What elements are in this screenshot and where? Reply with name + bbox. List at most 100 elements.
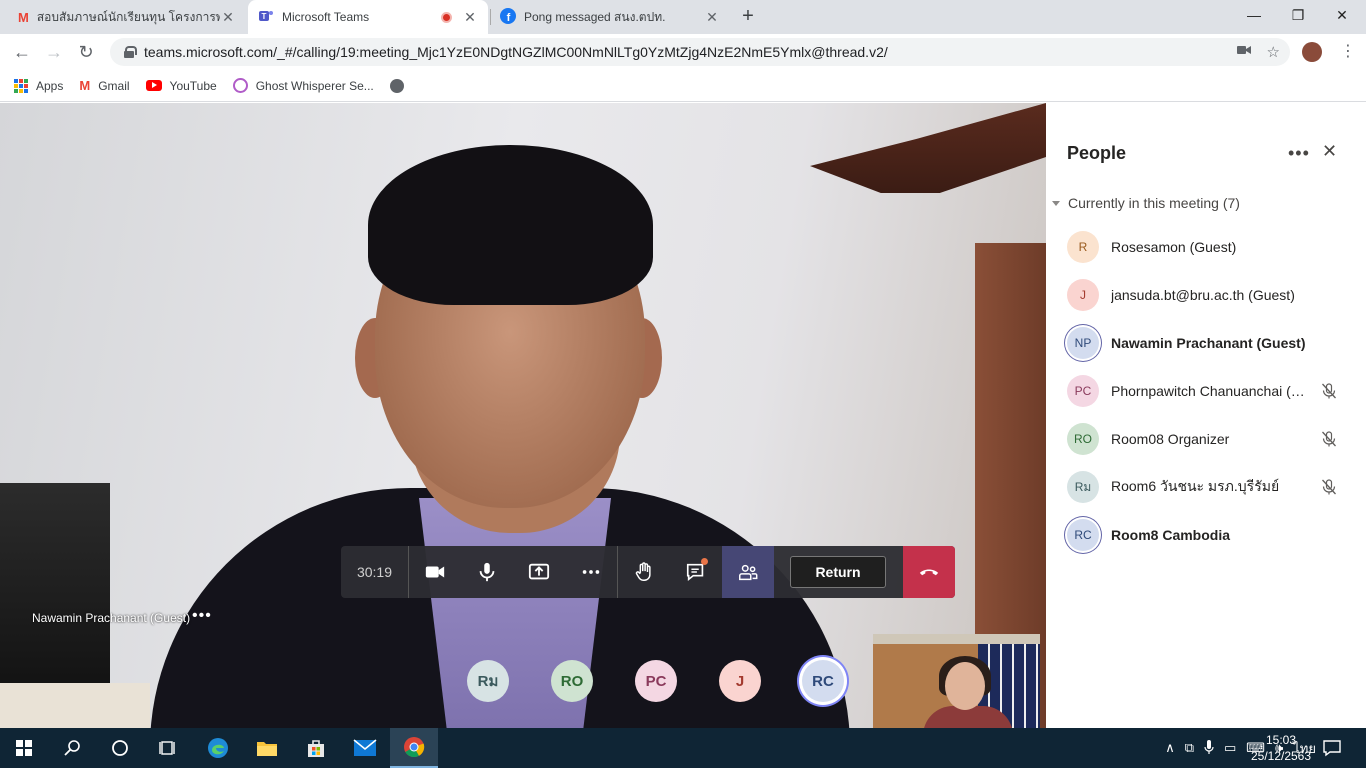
avatar-initials: RO [560, 672, 584, 690]
participant-row[interactable]: RC Room8 Cambodia [1046, 511, 1366, 559]
bookmark-youtube[interactable]: YouTube [145, 78, 217, 93]
close-tab-icon[interactable]: ✕ [704, 9, 720, 26]
edge-browser-button[interactable] [194, 728, 242, 768]
file-explorer-button[interactable] [243, 728, 291, 768]
avatar-initials: Rม [477, 673, 499, 690]
task-view-button[interactable] [144, 728, 192, 768]
participant-avatar: RO [1067, 423, 1099, 455]
call-controls-bar: 30:19 Return [341, 546, 955, 598]
close-panel-icon[interactable]: ✕ [1322, 141, 1337, 162]
action-center-button[interactable] [1322, 738, 1342, 758]
cortana-button[interactable] [96, 728, 144, 768]
share-screen-button[interactable] [513, 546, 565, 598]
participant-avatar[interactable]: RC [802, 660, 844, 702]
microphone-icon [479, 562, 495, 582]
microphone-tray-icon[interactable] [1204, 739, 1214, 757]
collapse-caret-icon [1052, 200, 1060, 206]
camera-toggle-button[interactable] [409, 546, 461, 598]
participant-name: Room08 Organizer [1111, 431, 1230, 447]
return-button[interactable]: Return [790, 556, 886, 588]
participant-name: Room8 Cambodia [1111, 527, 1231, 543]
participant-avatar: Rม [1067, 471, 1099, 503]
browser-menu-icon[interactable]: ⋮ [1338, 42, 1358, 62]
participant-row[interactable]: RO Room08 Organizer [1046, 415, 1366, 463]
search-button[interactable] [48, 728, 96, 768]
profile-avatar[interactable] [1302, 42, 1322, 62]
microphone-toggle-button[interactable] [461, 546, 513, 598]
participant-row[interactable]: Jjansuda.bt@bru.ac.th (Guest) [1046, 271, 1366, 319]
participant-avatar[interactable]: Rม [467, 660, 509, 702]
avatar-initials: RC [1074, 528, 1092, 542]
show-participants-button[interactable] [722, 546, 774, 598]
mail-button[interactable] [341, 728, 389, 768]
tab-label: สอบสัมภาษณ์นักเรียนทุน โครงการพระ [36, 9, 220, 24]
meet-now-icon[interactable]: ⧉ [1185, 740, 1194, 756]
forward-button[interactable]: → [42, 40, 66, 64]
participant-avatar[interactable]: PC [635, 660, 677, 702]
address-bar[interactable]: teams.microsoft.com/_#/calling/19:meetin… [110, 38, 1290, 66]
tab-facebook[interactable]: f Pong messaged สนง.ตปท. ✕ [490, 0, 730, 34]
participant-avatar[interactable]: J [719, 660, 761, 702]
search-icon [64, 740, 80, 756]
raise-hand-button[interactable] [618, 546, 670, 598]
show-conversation-button[interactable] [670, 546, 722, 598]
tab-microsoft-teams[interactable]: T Microsoft Teams ✕ [248, 0, 488, 34]
mail-icon [353, 739, 377, 756]
participant-row[interactable]: R Rosesamon (Guest) [1046, 223, 1366, 271]
new-tab-button[interactable]: + [737, 5, 759, 27]
participant-row[interactable]: PC Phornpawitch Chanuanchai (Guest) [1046, 367, 1366, 415]
restore-window-button[interactable]: ❐ [1278, 4, 1318, 26]
start-button[interactable] [0, 728, 48, 768]
taskbar-clock[interactable]: 15:03 25/12/2563 [1248, 732, 1314, 764]
more-options-icon[interactable]: ••• [1288, 143, 1310, 164]
avatar-initials: RC [812, 672, 834, 690]
bookmark-star-icon[interactable]: ☆ [1267, 43, 1280, 61]
main-video-stage: Nawamin Prachanant (Guest) ••• 30:19 Ret… [0, 103, 1046, 728]
bookmark-label: YouTube [169, 78, 217, 93]
avatar-initials: PC [1074, 384, 1092, 398]
bookmark-ghost-whisperer[interactable]: Ghost Whisperer Se... [232, 78, 374, 93]
participant-avatar: PC [1067, 375, 1099, 407]
participant-avatar[interactable]: RO [551, 660, 593, 702]
bookmark-apps[interactable]: Apps [14, 78, 64, 93]
avatar-initials: R [1078, 240, 1088, 254]
avatar-initials: RO [1074, 432, 1092, 446]
currently-in-meeting-section[interactable]: Currently in this meeting (7) [1052, 195, 1240, 211]
camera-icon[interactable] [1236, 43, 1251, 61]
chrome-button[interactable] [390, 728, 438, 768]
tab-gmail[interactable]: M สอบสัมภาษณ์นักเรียนทุน โครงการพระ ✕ [8, 0, 246, 34]
bookmark-globe[interactable] [389, 78, 412, 93]
hang-up-button[interactable] [903, 546, 955, 598]
url-text: teams.microsoft.com/_#/calling/19:meetin… [144, 44, 888, 60]
reload-button[interactable]: ↻ [74, 40, 98, 64]
battery-icon[interactable]: ▭ [1224, 740, 1236, 756]
speaker-name-tag: Nawamin Prachanant (Guest) [32, 611, 191, 625]
bookmark-gmail[interactable]: M Gmail [79, 78, 129, 93]
more-actions-button[interactable] [565, 546, 617, 598]
browser-toolbar: ← → ↻ teams.microsoft.com/_#/calling/19:… [0, 34, 1366, 70]
youtube-icon [145, 80, 162, 91]
participant-row[interactable]: NP Nawamin Prachanant (Guest) [1046, 319, 1366, 367]
speaker-more-options-icon[interactable]: ••• [192, 607, 212, 625]
store-button[interactable] [292, 728, 340, 768]
back-button[interactable]: ← [10, 40, 34, 64]
svg-text:T: T [262, 12, 267, 21]
microphone-muted-icon [1320, 430, 1338, 448]
close-tab-icon[interactable]: ✕ [462, 9, 478, 26]
recording-icon [441, 11, 452, 23]
participant-avatar: R [1067, 231, 1099, 263]
microphone-muted-icon [1320, 382, 1338, 400]
close-window-button[interactable]: ✕ [1322, 4, 1362, 26]
participant-avatar: NP [1067, 327, 1099, 359]
self-view-video[interactable] [873, 634, 1040, 728]
bookmark-label: Apps [36, 78, 64, 93]
participant-row[interactable]: Rม Room6 วันชนะ มรภ.บุรีรัมย์ [1046, 463, 1366, 511]
show-hidden-icons-icon[interactable]: ∧ [1165, 740, 1175, 756]
section-label: Currently in this meeting (7) [1068, 195, 1240, 211]
participant-name: Phornpawitch Chanuanchai (Guest) [1111, 383, 1311, 399]
minimize-window-button[interactable]: — [1234, 4, 1274, 26]
close-tab-icon[interactable]: ✕ [220, 9, 236, 26]
bookmarks-bar: Apps M Gmail YouTube Ghost Whisperer Se.… [0, 70, 1366, 102]
gmail-icon: M [18, 9, 29, 25]
ghost-icon [232, 78, 248, 93]
